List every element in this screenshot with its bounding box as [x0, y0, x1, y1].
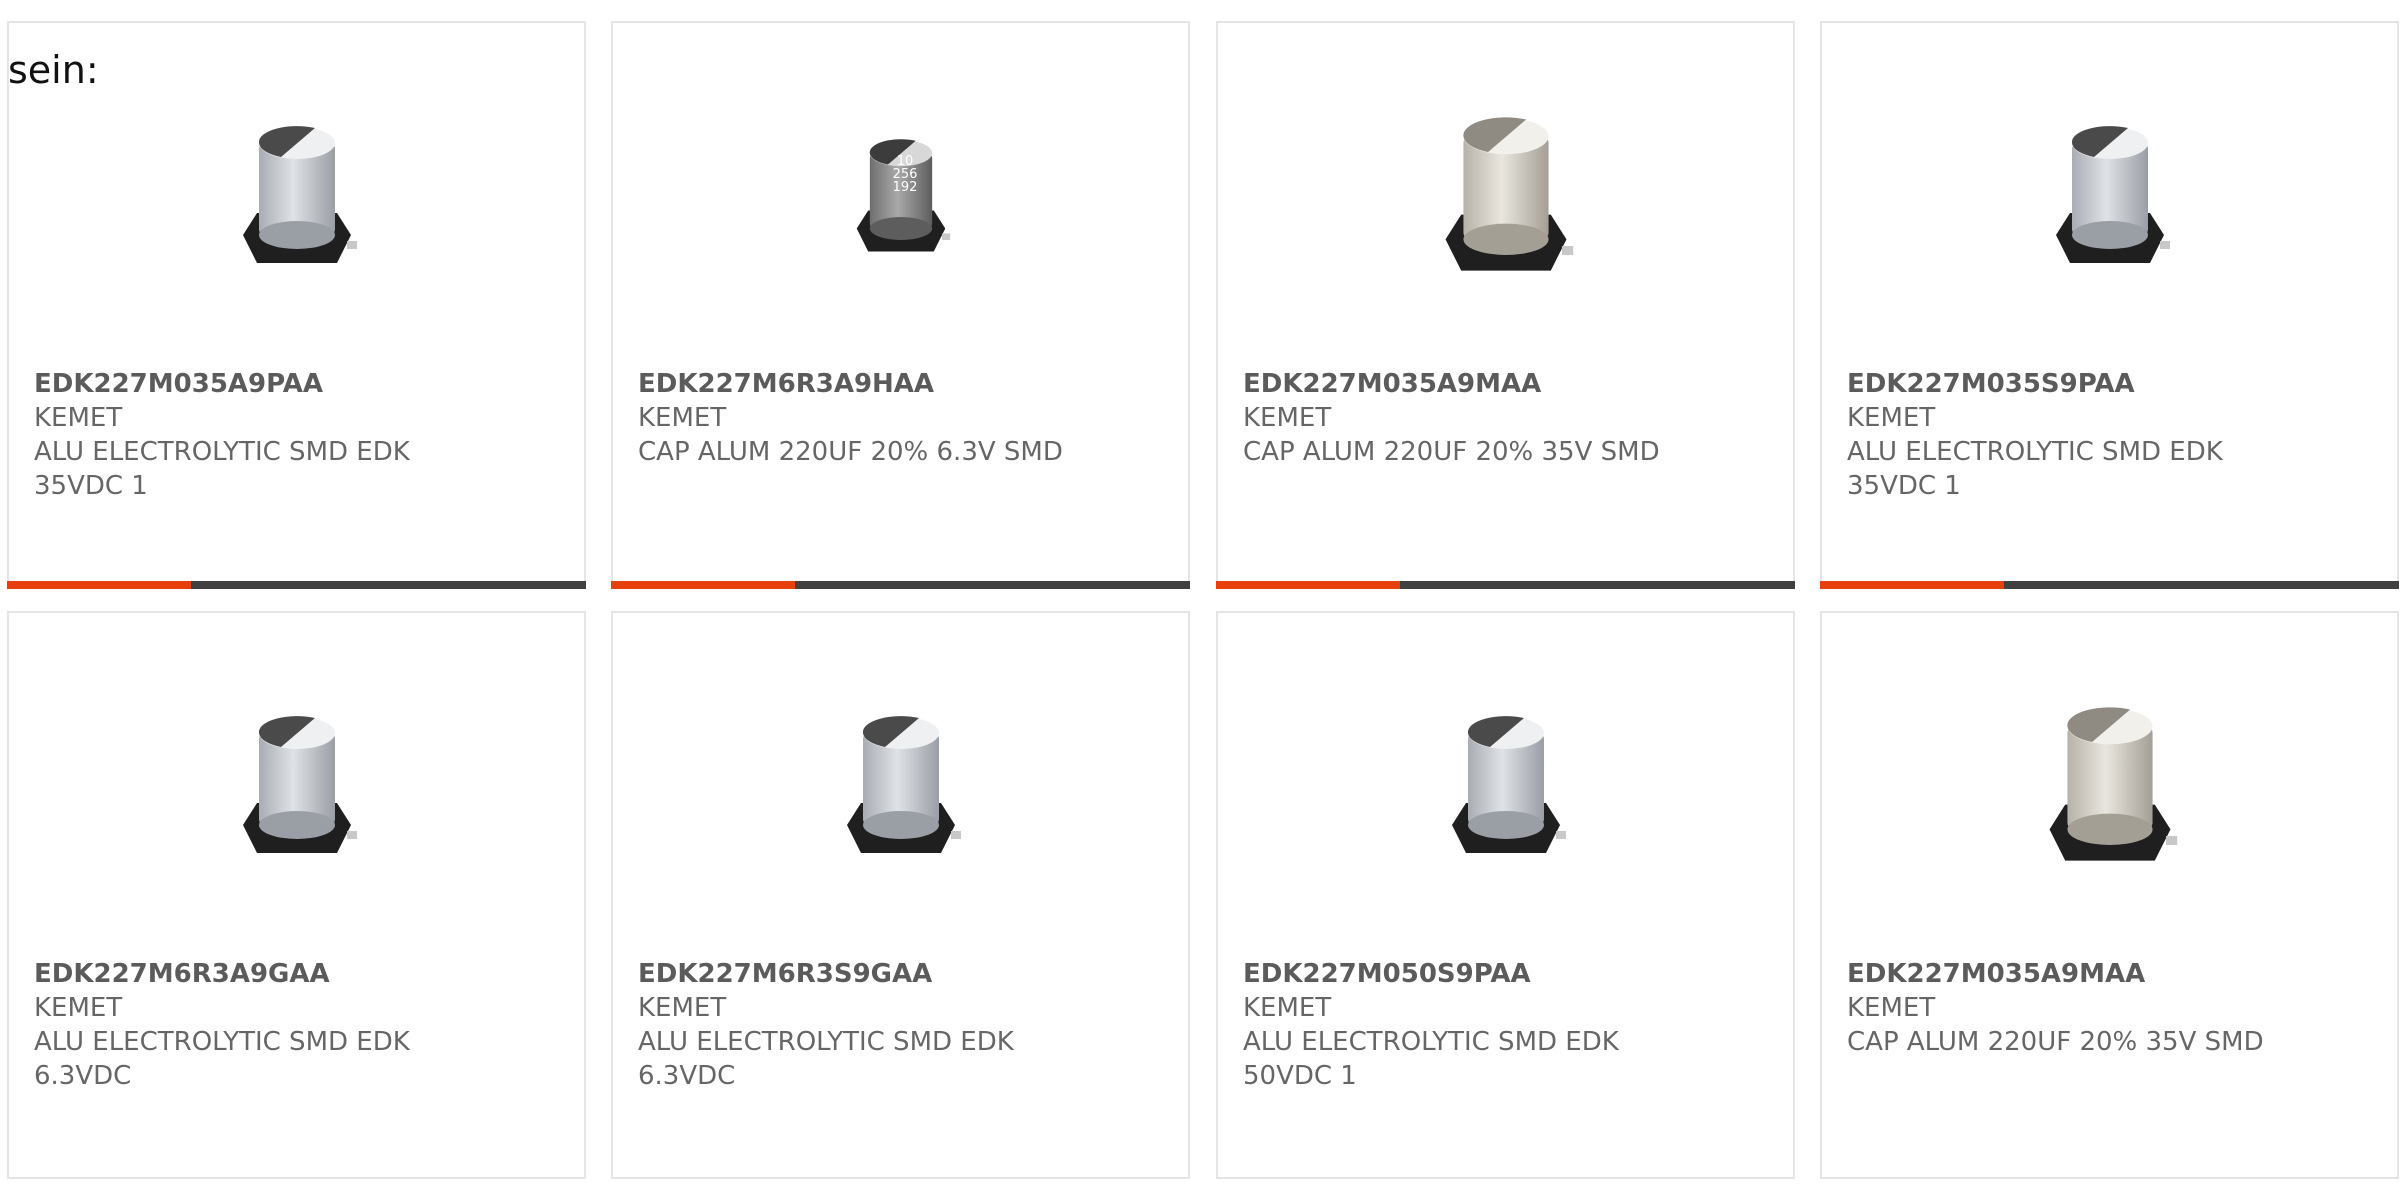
intro-text: sein: — [8, 48, 99, 92]
product-description: 6.3VDC — [34, 1061, 132, 1091]
accent-segment — [1216, 581, 1400, 589]
accent-segment — [611, 581, 795, 589]
capacitor-dark-marked-icon: 10256192 — [856, 139, 951, 252]
manufacturer-name: KEMET — [34, 403, 123, 433]
card-accent-bar — [7, 581, 586, 589]
capacitor-marking-text: 192 — [893, 180, 918, 195]
product-description: 35VDC 1 — [1847, 471, 1961, 501]
product-info: EDK227M6R3A9HAA KEMET CAP ALUM 220UF 20% 6… — [638, 367, 1168, 469]
manufacturer-name: KEMET — [638, 403, 727, 433]
product-description: 35VDC 1 — [34, 471, 148, 501]
product-image[interactable] — [197, 95, 397, 295]
manufacturer-name: KEMET — [1847, 993, 1936, 1023]
manufacturer-name: KEMET — [34, 993, 123, 1023]
product-description: ALU ELECTROLYTIC SMD EDK — [34, 1027, 410, 1057]
accent-segment — [7, 581, 191, 589]
part-number[interactable]: EDK227M6R3A9GAA — [34, 957, 564, 991]
card-accent-bar — [1820, 581, 2399, 589]
part-number[interactable]: EDK227M6R3A9HAA — [638, 367, 1168, 401]
product-description: 6.3VDC — [638, 1061, 736, 1091]
product-description: CAP ALUM 220UF 20% 6.3V SMD — [638, 437, 1063, 467]
product-description: CAP ALUM 220UF 20% 35V SMD — [1847, 1027, 2264, 1057]
part-number[interactable]: EDK227M035A9MAA — [1847, 957, 2377, 991]
product-description: ALU ELECTROLYTIC SMD EDK — [638, 1027, 1014, 1057]
product-card[interactable]: 10 256 192 EDK227M6R3A9HAA KEMET CAP ALUM 220… — [611, 21, 1190, 589]
capacitor-silver-icon — [2049, 707, 2178, 861]
product-description: ALU ELECTROLYTIC SMD EDK — [1243, 1027, 1619, 1057]
product-image[interactable] — [1406, 95, 1606, 295]
dark-segment — [795, 581, 1190, 589]
product-description: 50VDC 1 — [1243, 1061, 1357, 1091]
manufacturer-name: KEMET — [1243, 993, 1332, 1023]
product-info: EDK227M035A9MAA KEMET CAP ALUM 220UF 20% 3… — [1243, 367, 1773, 469]
dark-segment — [191, 581, 586, 589]
card-accent-bar — [1216, 581, 1795, 589]
product-card[interactable]: EDK227M6R3S9GAA KEMET ALU ELECTROLYTIC SMD… — [611, 611, 1190, 1179]
product-card[interactable]: EDK227M035A9MAA KEMET CAP ALUM 220UF 20% 3… — [1216, 21, 1795, 589]
accent-segment — [1820, 581, 2004, 589]
product-info: EDK227M6R3A9GAA KEMET ALU ELECTROLYTIC SMD… — [34, 957, 564, 1093]
capacitor-grey-icon — [1452, 716, 1566, 853]
product-image[interactable]: 10 256 192 — [801, 95, 1001, 295]
product-info: EDK227M035A9PAA KEMET ALU ELECTROLYTIC SMD… — [34, 367, 564, 503]
capacitor-grey-icon — [243, 716, 357, 853]
capacitor-grey-icon — [847, 716, 961, 853]
part-number[interactable]: EDK227M035A9MAA — [1243, 367, 1773, 401]
product-image[interactable] — [1406, 685, 1606, 885]
product-info: EDK227M6R3S9GAA KEMET ALU ELECTROLYTIC SMD… — [638, 957, 1168, 1093]
product-info: EDK227M035A9MAA KEMET CAP ALUM 220UF 20% 3… — [1847, 957, 2377, 1059]
product-image[interactable] — [2010, 685, 2210, 885]
part-number[interactable]: EDK227M6R3S9GAA — [638, 957, 1168, 991]
dark-segment — [2004, 581, 2399, 589]
capacitor-grey-icon — [2056, 126, 2170, 263]
product-card[interactable]: EDK227M035S9PAA KEMET ALU ELECTROLYTIC SMD… — [1820, 21, 2399, 589]
product-info: EDK227M035S9PAA KEMET ALU ELECTROLYTIC SMD… — [1847, 367, 2377, 503]
manufacturer-name: KEMET — [1847, 403, 1936, 433]
card-accent-bar — [611, 581, 1190, 589]
capacitor-silver-icon — [1445, 117, 1574, 271]
manufacturer-name: KEMET — [638, 993, 727, 1023]
product-image[interactable] — [197, 685, 397, 885]
part-number[interactable]: EDK227M035S9PAA — [1847, 367, 2377, 401]
manufacturer-name: KEMET — [1243, 403, 1332, 433]
part-number[interactable]: EDK227M050S9PAA — [1243, 957, 1773, 991]
product-description: ALU ELECTROLYTIC SMD EDK — [34, 437, 410, 467]
product-description: ALU ELECTROLYTIC SMD EDK — [1847, 437, 2223, 467]
product-card[interactable]: EDK227M050S9PAA KEMET ALU ELECTROLYTIC SMD… — [1216, 611, 1795, 1179]
product-image[interactable] — [2010, 95, 2210, 295]
capacitor-grey-icon — [243, 126, 357, 263]
product-card[interactable]: EDK227M035A9PAA KEMET ALU ELECTROLYTIC SMD… — [7, 21, 586, 589]
part-number[interactable]: EDK227M035A9PAA — [34, 367, 564, 401]
product-card[interactable]: EDK227M6R3A9GAA KEMET ALU ELECTROLYTIC SMD… — [7, 611, 586, 1179]
product-image[interactable] — [801, 685, 1001, 885]
dark-segment — [1400, 581, 1795, 589]
product-description: CAP ALUM 220UF 20% 35V SMD — [1243, 437, 1660, 467]
product-grid: EDK227M035A9PAA KEMET ALU ELECTROLYTIC SMD… — [7, 21, 2400, 1201]
product-card[interactable]: EDK227M035A9MAA KEMET CAP ALUM 220UF 20% 3… — [1820, 611, 2399, 1179]
product-info: EDK227M050S9PAA KEMET ALU ELECTROLYTIC SMD… — [1243, 957, 1773, 1093]
